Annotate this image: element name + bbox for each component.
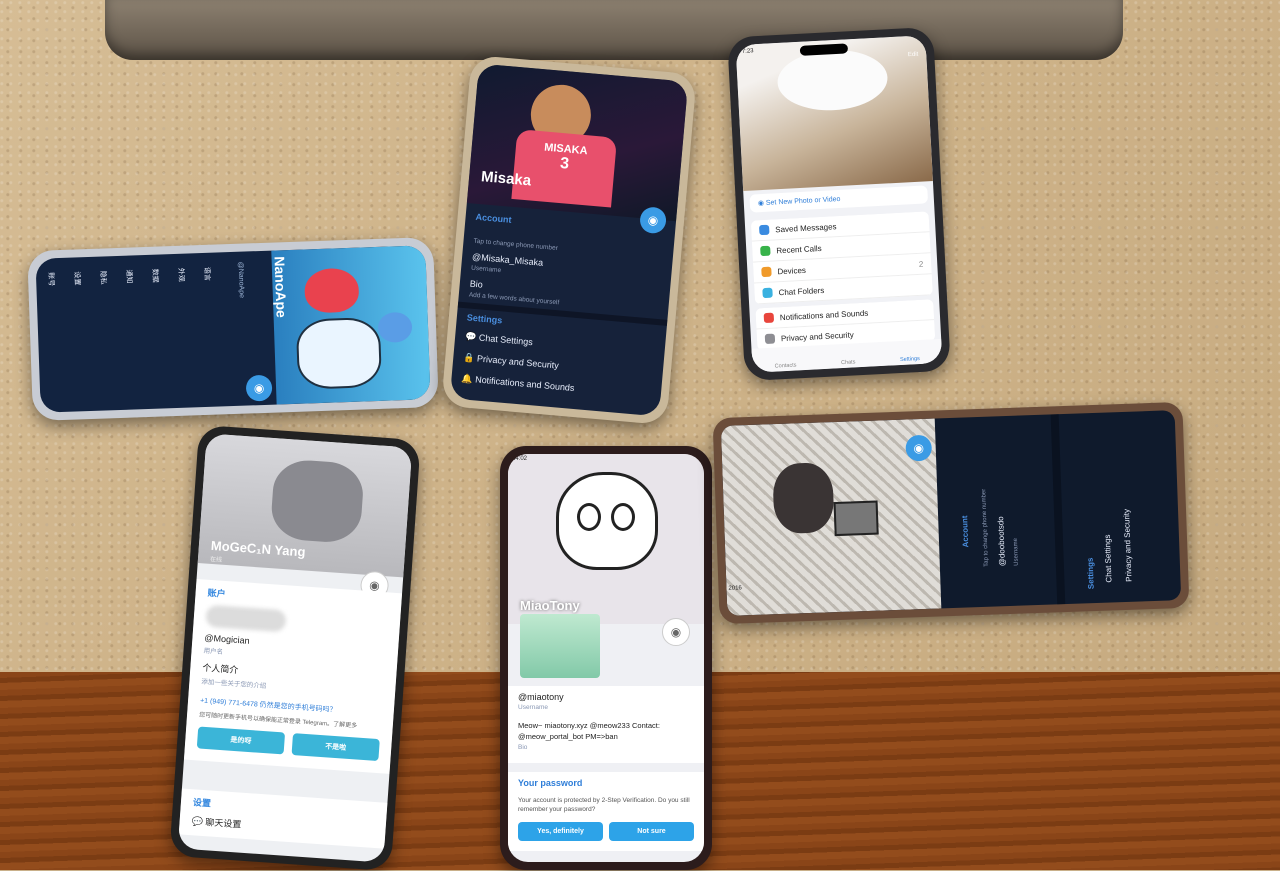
divider	[1050, 414, 1066, 605]
menu-label: Chat Settings	[478, 332, 534, 348]
username-value[interactable]: @doobootsdo	[996, 516, 1007, 566]
manga-figure	[772, 462, 835, 535]
yes-definitely-button[interactable]: Yes, definitely	[518, 822, 603, 842]
folder-icon	[762, 287, 773, 299]
profile-cover: MISAKA 3 Misaka	[466, 63, 689, 222]
camera-icon[interactable]: ◉	[662, 618, 690, 646]
menu-privacy[interactable]: Privacy and Security	[1122, 509, 1134, 582]
cat-eye	[577, 503, 601, 531]
phone-miao: 14:02 MiaoTony ◉ @miaotony Username Meow…	[500, 446, 712, 870]
bell-icon	[763, 312, 775, 324]
settings-section: 设置 💬 聊天设置	[178, 788, 388, 849]
tab-chats[interactable]: Chats	[841, 359, 856, 366]
menu-label: Devices	[777, 265, 807, 276]
bell-icon: 🔔	[461, 373, 474, 385]
profile-name: Misaka	[480, 168, 532, 190]
profile-status: 在线	[209, 556, 223, 564]
no-button[interactable]: 不是啦	[291, 733, 380, 762]
devices-count: 2	[918, 259, 924, 269]
settings-item[interactable]: 账号	[46, 272, 56, 286]
white-cat	[776, 47, 890, 114]
username-label: Username	[1012, 537, 1020, 566]
settings-item[interactable]: 数据	[150, 269, 160, 283]
settings-item[interactable]: 隐私	[98, 270, 108, 284]
phone-icon	[760, 245, 771, 257]
settings-group-1: Saved Messages Recent Calls Devices 2 Cha…	[750, 211, 933, 305]
phone-manga: 2016 ◉ Account Tap to change phone numbe…	[712, 401, 1190, 625]
year-text: 2016	[728, 585, 742, 592]
chat-icon: 💬	[464, 331, 477, 343]
cat-doodle	[556, 472, 658, 570]
profile-name: MoGeC₁N Yang	[210, 537, 306, 560]
profile-name: MiaoTony	[520, 598, 580, 613]
menu-label: Notifications and Sounds	[474, 374, 575, 394]
yes-button[interactable]: 是的呀	[196, 726, 286, 755]
anteater-sticker	[269, 458, 365, 545]
cat-eye	[611, 503, 635, 531]
strawberry-sticker	[303, 267, 360, 314]
metal-tray	[105, 0, 1123, 60]
camera-icon: ◉	[757, 199, 765, 208]
menu-label: Privacy and Security	[476, 353, 560, 371]
tab-settings[interactable]: Settings	[900, 356, 920, 363]
profile-name: NanoApe	[271, 256, 290, 319]
menu-label: Saved Messages	[775, 221, 837, 234]
settings-item[interactable]: 语言	[202, 267, 212, 281]
set-photo-button[interactable]: ◉ Set New Photo or Video	[749, 185, 929, 213]
anime-avatar	[520, 614, 600, 678]
settings-item[interactable]: 外观	[176, 268, 186, 282]
phone-nanoape: NanoApe @NanoApe ◉ 账号 设置 隐私 通知 数据 外观 语言	[27, 236, 439, 422]
info-section: @miaotony Username Meow~ miaotony.xyz @m…	[508, 686, 704, 763]
password-title: Your password	[518, 778, 583, 788]
bio-label: Bio	[518, 744, 528, 751]
phone-hint[interactable]: Tap to change phone number	[981, 489, 990, 567]
status-time: 14:02	[512, 456, 528, 462]
username-value[interactable]: @miaotony	[508, 690, 704, 704]
menu-label: Chat Folders	[778, 285, 825, 297]
cat-sticker	[295, 316, 383, 390]
menu-label: 聊天设置	[205, 817, 242, 830]
chat-icon: 💬	[191, 816, 204, 827]
bookmark-icon	[759, 224, 770, 236]
account-section: 账户 @Mogician 用户名 个人简介 添加一些关于您的介绍 +1 (949…	[183, 578, 403, 774]
menu-label: Notifications and Sounds	[779, 308, 869, 322]
lock-icon: 🔒	[462, 352, 475, 364]
blurred-phone	[205, 604, 287, 633]
cat-photo: 7:23 Edit	[735, 35, 933, 191]
password-section: Your password Your account is protected …	[508, 772, 704, 852]
tab-contacts[interactable]: Contacts	[775, 362, 797, 369]
status-time: 7:23	[741, 48, 754, 55]
set-photo-label: Set New Photo or Video	[765, 195, 841, 207]
profile-cover: MoGeC₁N Yang 在线	[197, 433, 413, 578]
settings-item[interactable]: 设置	[72, 271, 82, 285]
lock-icon	[764, 333, 776, 345]
section-account: Account	[960, 515, 971, 548]
anime-shirt: MISAKA 3	[511, 129, 618, 208]
menu-label: Recent Calls	[776, 243, 822, 255]
settings-column: 账号 设置 隐私 通知 数据 外观 语言	[47, 266, 226, 287]
edit-button[interactable]: Edit	[908, 52, 919, 59]
phone-misaka: MISAKA 3 Misaka ◉ Account Tap to change …	[441, 54, 697, 426]
password-text: Your account is protected by 2-Step Veri…	[518, 797, 690, 814]
username-label: Username	[518, 704, 548, 711]
camera-icon[interactable]: ◉	[245, 374, 273, 402]
phone-fold: MoGeC₁N Yang 在线 ◉ 账户 @Mogician 用户名 个人简介 …	[169, 424, 421, 871]
not-sure-button[interactable]: Not sure	[609, 822, 694, 842]
profile-handle[interactable]: @NanoApe	[237, 262, 245, 299]
settings-item[interactable]: 通知	[124, 269, 134, 283]
phone-iphone: 7:23 Edit ◉ Set New Photo or Video Saved…	[727, 26, 951, 382]
section-settings: Settings	[1085, 557, 1096, 590]
profile-cover: 14:02 MiaoTony	[508, 454, 704, 624]
menu-chat-settings[interactable]: Chat Settings	[1103, 534, 1114, 582]
manga-camera	[833, 500, 879, 537]
devices-icon	[761, 266, 772, 278]
menu-label: Privacy and Security	[780, 329, 855, 343]
bio-text[interactable]: Meow~ miaotony.xyz @meow233 Contact: @me…	[508, 715, 704, 744]
